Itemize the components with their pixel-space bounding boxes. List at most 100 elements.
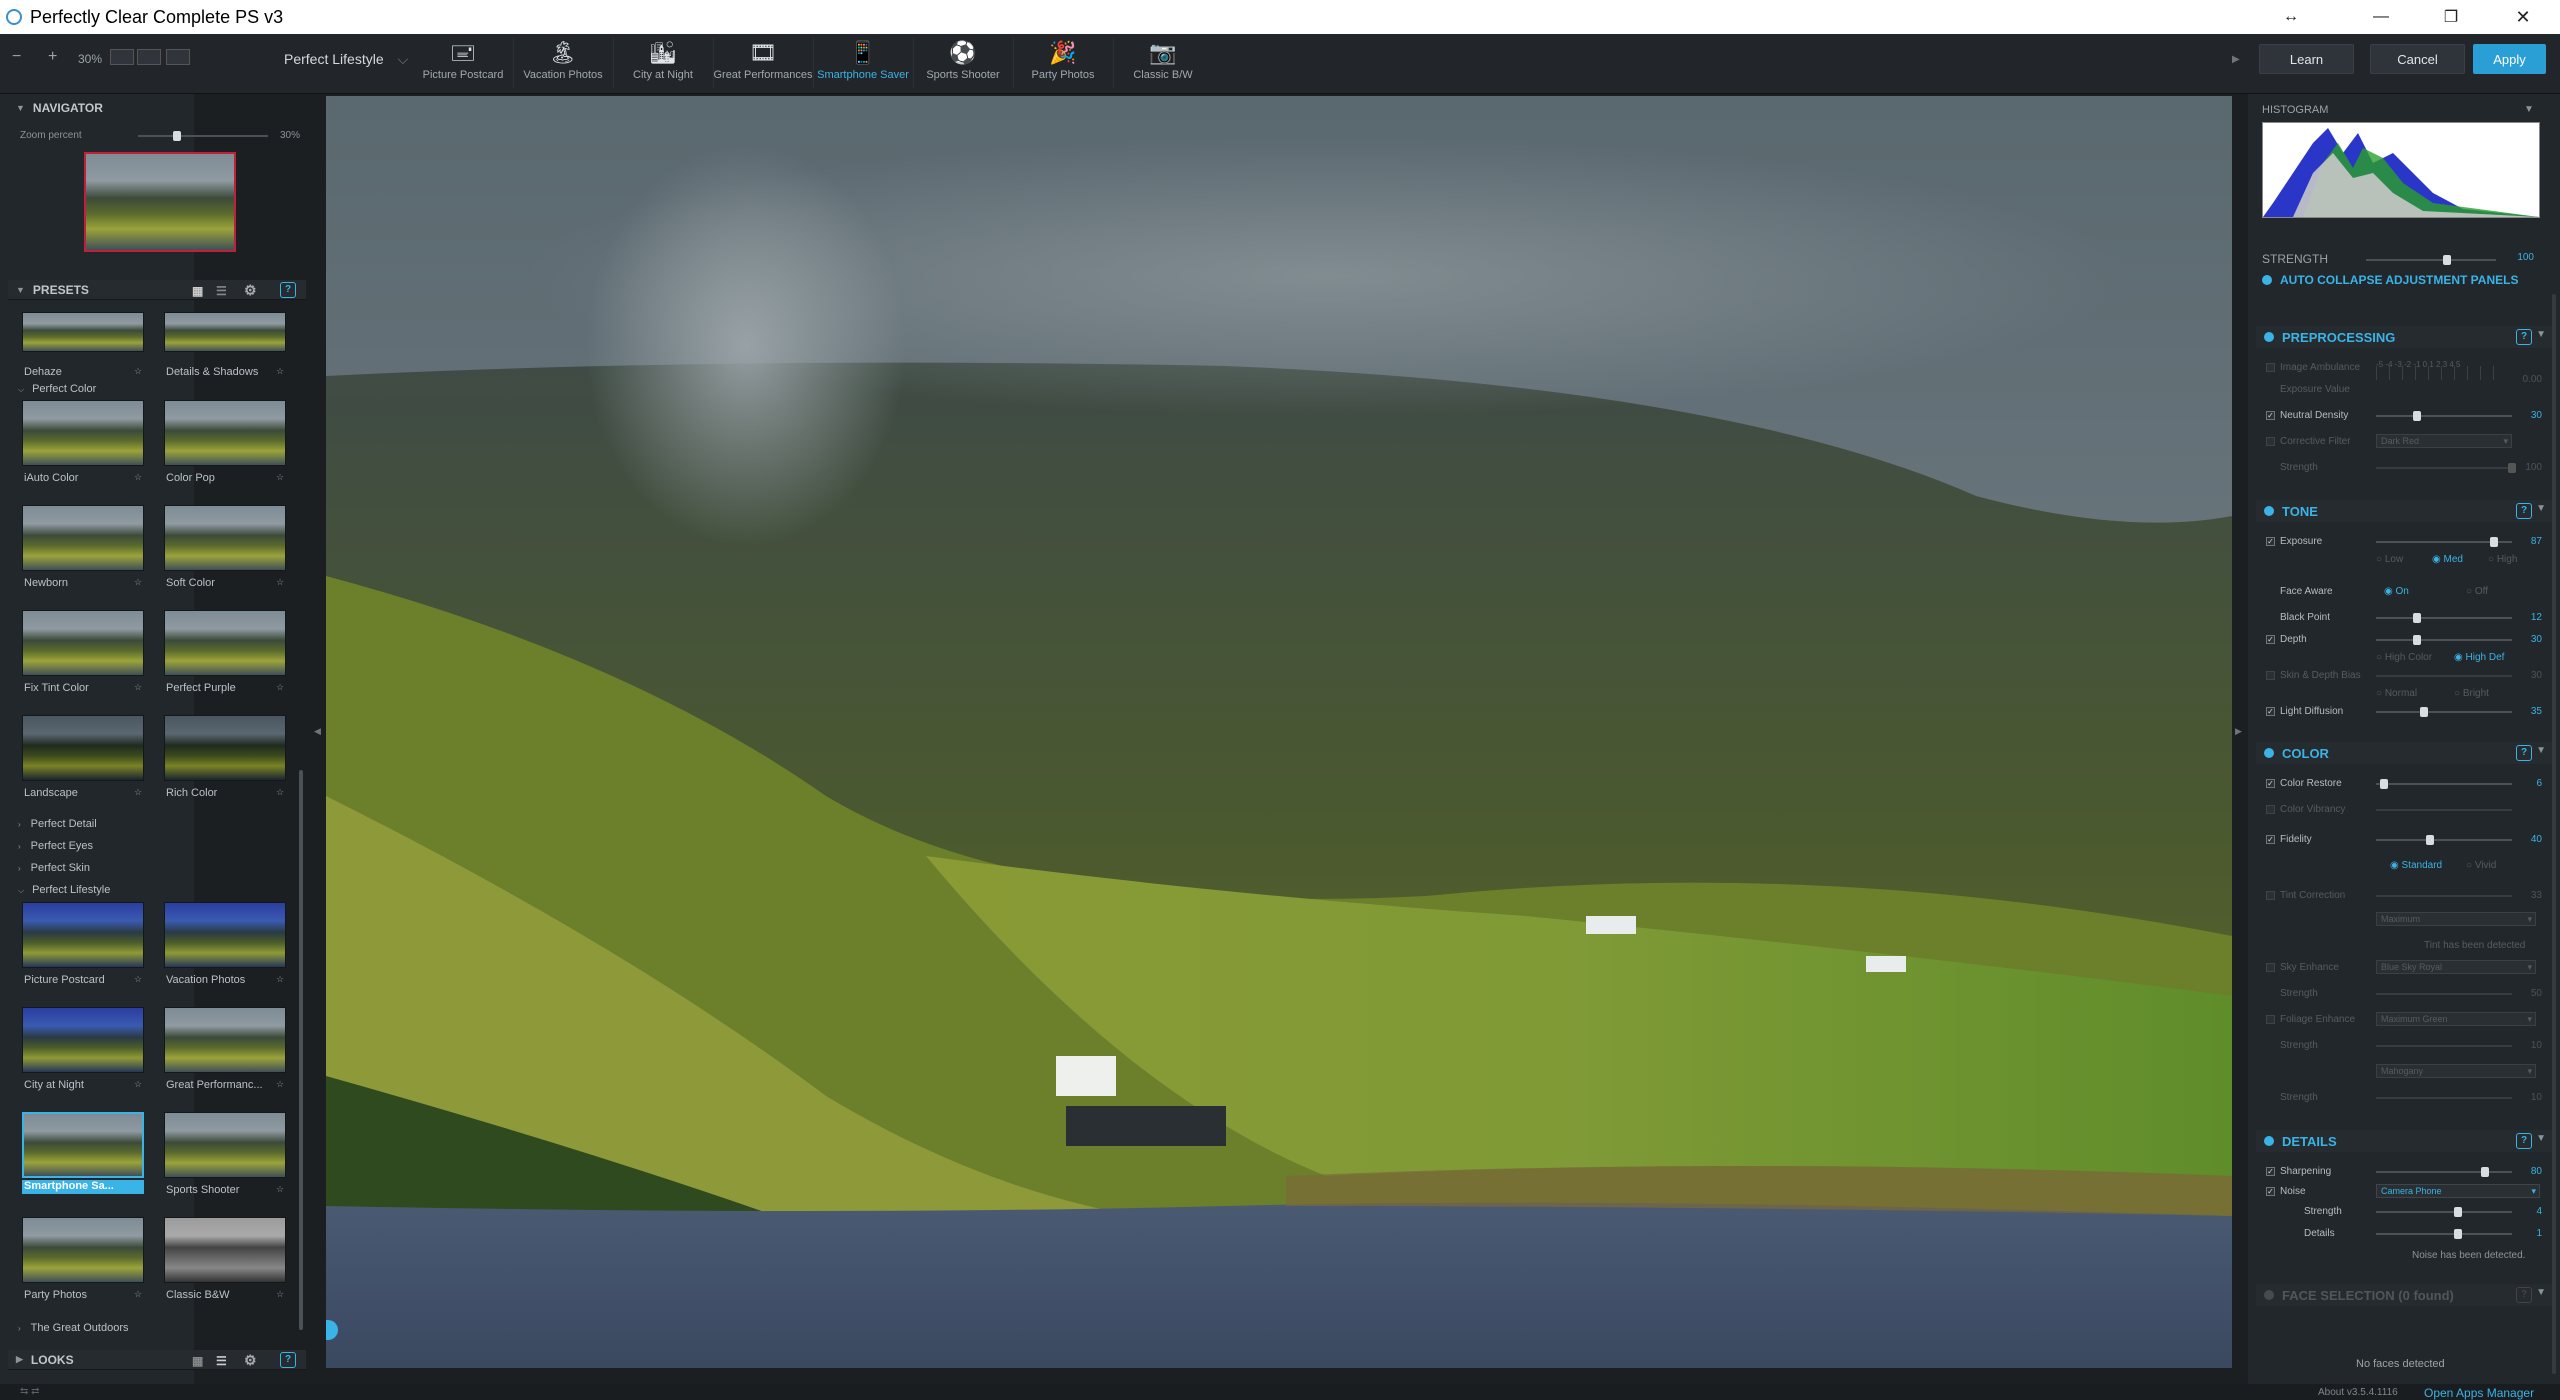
fidelity-checkbox[interactable]: ✓ [2266,835,2275,844]
left-panel-splitter[interactable]: ◀ [312,96,326,1368]
preset-label[interactable]: Smartphone Sa... [22,1180,144,1194]
toolbar-preset-6[interactable]: 🎉 Party Photos [1013,38,1113,90]
grid-view-icon[interactable]: ▦ [192,1354,203,1368]
color-vibrancy-checkbox[interactable] [2266,805,2275,814]
noise-strength-slider-knob[interactable] [2454,1207,2462,1217]
preset-label[interactable]: Newborn [24,577,124,589]
toolbar-preset-7[interactable]: 📷 Classic B/W [1113,38,1213,90]
toolbar-preset-5[interactable]: ⚽ Sports Shooter [913,38,1013,90]
help-icon[interactable]: ? [280,1352,296,1368]
preset-thumbnail[interactable] [22,610,144,676]
preset-label[interactable]: Landscape [24,787,124,799]
preset-label[interactable]: Picture Postcard [24,974,124,986]
zoom-out-button[interactable]: − [12,48,21,66]
presets-header[interactable]: ▼ PRESETS ▦ ☰ ⚙ ? [8,280,306,300]
light-diffusion-checkbox[interactable]: ✓ [2266,707,2275,716]
neutral-density-slider[interactable] [2376,411,2512,421]
preset-label[interactable]: Great Performanc... [166,1079,266,1091]
high-def-radio[interactable]: ◉ High Def [2454,652,2504,663]
preset-thumbnail[interactable] [22,505,144,571]
navigator-preview[interactable] [84,152,236,252]
exposure-low-radio[interactable]: ○ Low [2376,554,2403,565]
preset-label[interactable]: Dehaze [24,366,62,378]
cf-strength-slider-knob[interactable] [2508,463,2516,473]
face-selection-header[interactable]: FACE SELECTION (0 found)? ▼ [2256,1284,2552,1306]
black-point-slider-knob[interactable] [2413,613,2421,623]
exposure-high-radio[interactable]: ○ High [2488,554,2517,565]
color-header[interactable]: COLOR? ▼ [2256,742,2552,764]
help-icon[interactable]: ? [2516,329,2532,345]
preset-thumbnail[interactable] [164,1217,286,1283]
group-perfect-lifestyle[interactable]: ⌵ Perfect Lifestyle [18,884,110,896]
face-aware-off-radio[interactable]: ○ Off [2466,586,2488,597]
preset-label[interactable]: City at Night [24,1079,124,1091]
preset-label[interactable]: Color Pop [166,472,266,484]
preset-label[interactable]: Details & Shadows [166,366,258,378]
sky-strength-slider[interactable] [2376,993,2512,995]
normal-radio[interactable]: ○ Normal [2376,688,2417,699]
star-icon[interactable]: ☆ [276,1184,284,1195]
help-icon[interactable]: ? [2516,1133,2532,1149]
group-perfect-color[interactable]: ⌵ Perfect Color [18,383,96,395]
chevron-down-icon[interactable]: ▼ [2524,104,2534,115]
auto-collapse-toggle[interactable]: AUTO COLLAPSE ADJUSTMENT PANELS [2262,273,2518,287]
help-icon[interactable]: ? [2516,503,2532,519]
noise-checkbox[interactable]: ✓ [2266,1187,2275,1196]
face-aware-on-radio[interactable]: ◉ On [2384,586,2409,597]
preset-thumbnail[interactable] [164,1007,286,1073]
toolbar-preset-0[interactable]: 🖃 Picture Postcard [413,38,513,90]
single-view-icon[interactable] [110,49,134,65]
corrective-filter-checkbox[interactable] [2266,437,2275,446]
light-diffusion-slider-knob[interactable] [2420,707,2428,717]
fidelity-slider-knob[interactable] [2426,835,2434,845]
foliage-option-select[interactable]: Maximum Green ▾ [2376,1012,2536,1026]
chevron-down-icon[interactable]: ▼ [2536,1133,2546,1144]
exposure-med-radio[interactable]: ◉ Med [2432,554,2463,565]
high-color-radio[interactable]: ○ High Color [2376,652,2432,663]
preset-thumbnail[interactable] [22,1217,144,1283]
image-ambulance-checkbox[interactable] [2266,363,2275,372]
preset-label[interactable]: Sports Shooter [166,1184,266,1196]
color-restore-slider-knob[interactable] [2380,779,2388,789]
zoom-slider[interactable] [138,131,268,141]
group-collapsed[interactable]: › Perfect Skin [18,862,90,874]
preset-thumbnail[interactable] [22,1007,144,1073]
tint-option-select[interactable]: Maximum ▾ [2376,912,2536,926]
foliage-strength-slider[interactable] [2376,1045,2512,1047]
color-vibrancy-slider[interactable] [2376,809,2512,811]
noise-details-slider-knob[interactable] [2454,1229,2462,1239]
help-icon[interactable]: ? [280,282,296,298]
preset-label[interactable]: iAuto Color [24,472,124,484]
vivid-radio[interactable]: ○ Vivid [2466,860,2496,871]
black-point-slider[interactable] [2376,613,2512,623]
toolbar-preset-2[interactable]: 🏙 City at Night [613,38,713,90]
list-view-icon[interactable]: ☰ [216,1354,227,1368]
exposure-slider-knob[interactable] [2490,537,2498,547]
chevron-down-icon[interactable]: ▼ [2536,745,2546,756]
close-button[interactable]: ✕ [2488,0,2558,34]
neutral-density-checkbox[interactable]: ✓ [2266,411,2275,420]
star-icon[interactable]: ☆ [134,1289,142,1300]
strength3-slider[interactable] [2376,1097,2512,1099]
preset-thumbnail[interactable] [22,902,144,968]
star-icon[interactable]: ☆ [276,366,284,377]
preset-thumbnail[interactable] [164,902,286,968]
standard-radio[interactable]: ◉ Standard [2390,860,2442,871]
photo-preview[interactable] [326,96,2232,1368]
neutral-density-slider-knob[interactable] [2413,411,2421,421]
preset-thumbnail[interactable] [164,1112,286,1178]
navigator-header[interactable]: ▼ NAVIGATOR [8,96,306,120]
preset-thumbnail[interactable] [164,505,286,571]
preset-thumbnail[interactable] [22,1112,144,1178]
exposure-slider[interactable] [2376,537,2512,547]
sharpening-checkbox[interactable]: ✓ [2266,1167,2275,1176]
preset-label[interactable]: Fix Tint Color [24,682,124,694]
right-panel-splitter[interactable]: ▶ [2232,96,2248,1368]
tone-header[interactable]: TONE? ▼ [2256,500,2552,522]
gear-icon[interactable]: ⚙ [244,282,257,299]
group-great-outdoors[interactable]: › The Great Outdoors [18,1322,129,1334]
side-by-side-view-icon[interactable] [166,49,190,65]
help-icon[interactable]: ? [2516,1287,2532,1303]
skin-depth-bias-slider[interactable] [2376,675,2512,677]
depth-checkbox[interactable]: ✓ [2266,635,2275,644]
